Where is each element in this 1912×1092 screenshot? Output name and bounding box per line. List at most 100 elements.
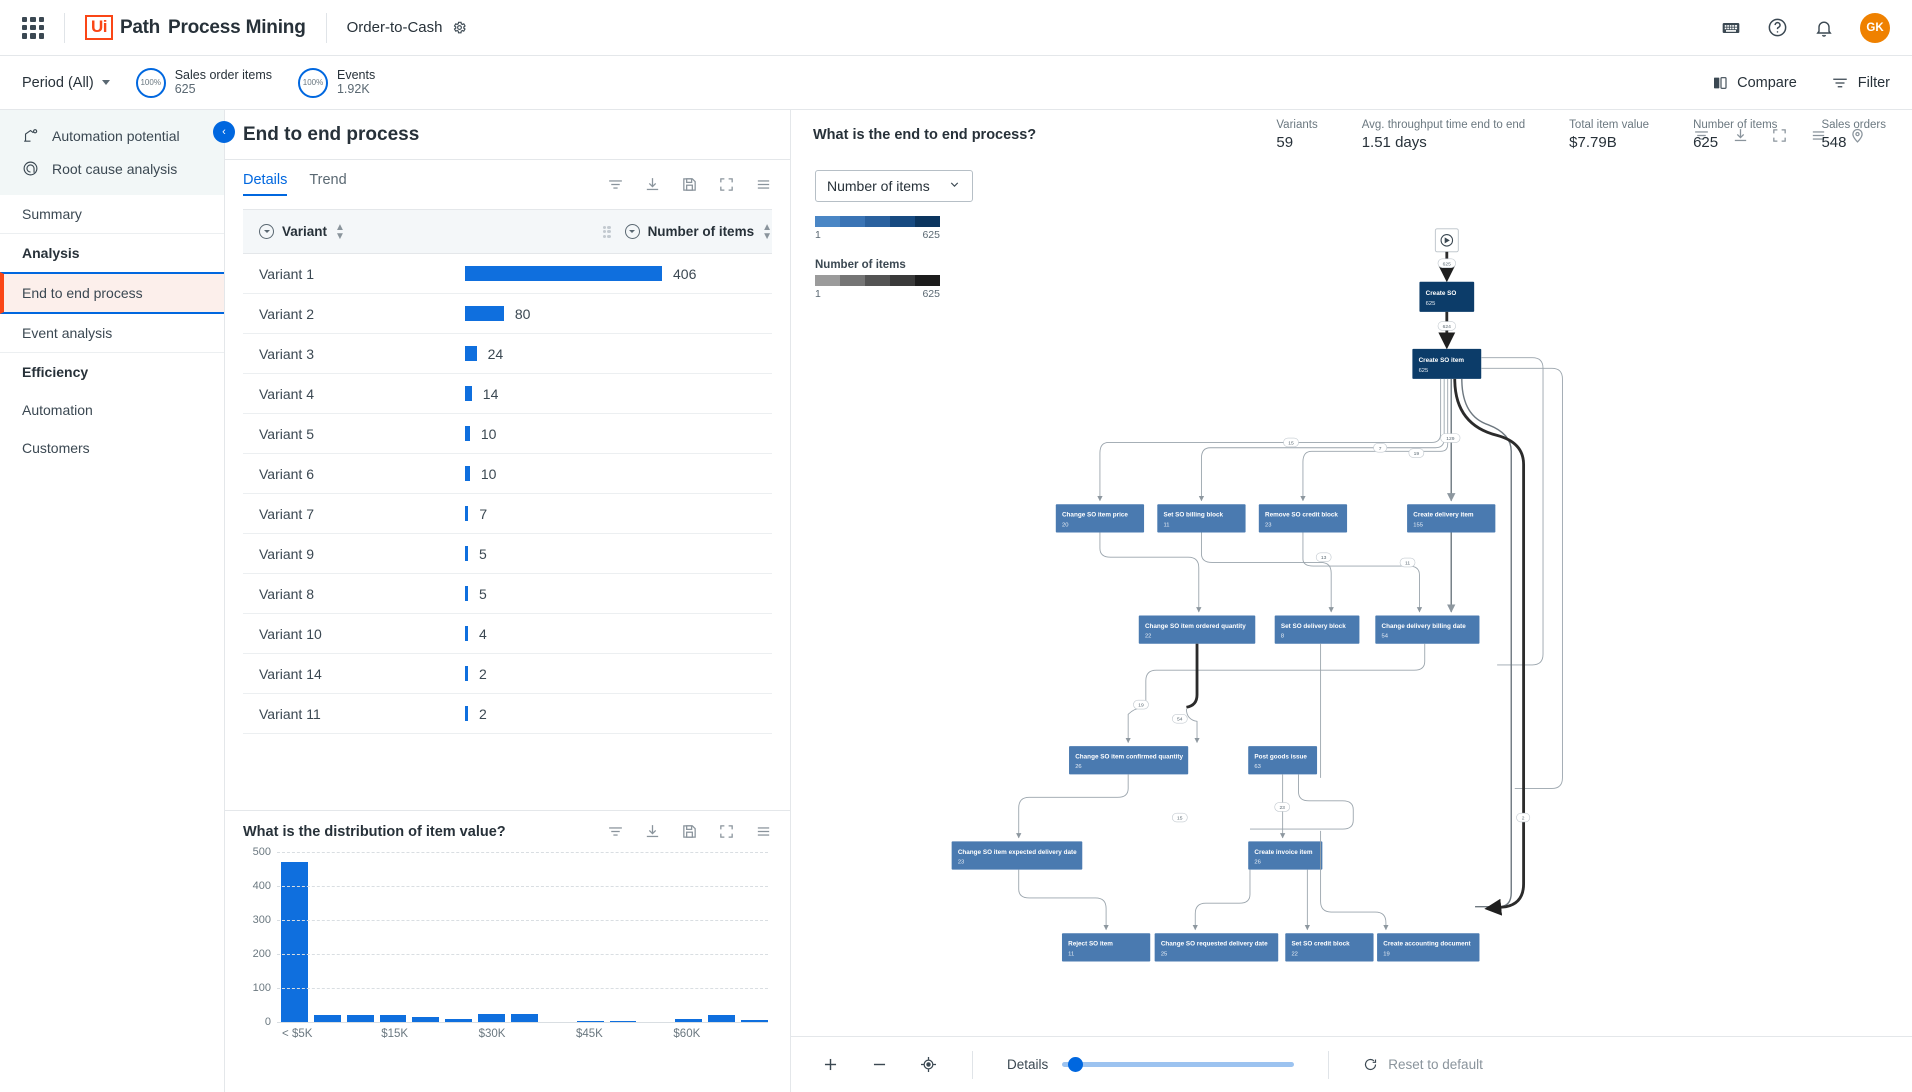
svg-text:Remove SO credit block: Remove SO credit block: [1265, 512, 1338, 519]
compare-button[interactable]: Compare: [1712, 75, 1797, 91]
node-create-invoice-item[interactable]: Create invoice item 26: [1248, 841, 1323, 870]
menu-icon[interactable]: [755, 823, 772, 840]
svg-text:7: 7: [1379, 446, 1382, 452]
table-row[interactable]: Variant 6 10: [243, 454, 772, 494]
sidebar-item-customers[interactable]: Customers: [0, 429, 224, 467]
node-change-so-item-price[interactable]: Change SO item price 20: [1055, 504, 1145, 533]
column-header-number-of-items[interactable]: Number of items ▲ ▼: [624, 222, 772, 241]
gear-icon[interactable]: [452, 20, 467, 35]
expand-icon[interactable]: [718, 176, 735, 193]
tab-details[interactable]: Details: [243, 172, 288, 196]
table-row[interactable]: Variant 8 5: [243, 574, 772, 614]
y-axis-tick: 400: [252, 880, 271, 892]
svg-text:54: 54: [1381, 634, 1388, 640]
svg-text:Create invoice item: Create invoice item: [1254, 849, 1313, 856]
node-change-so-item-expected-delivery-date[interactable]: Change SO item expected delivery date 23: [951, 841, 1083, 870]
expand-icon[interactable]: [718, 823, 735, 840]
process-graph-area[interactable]: Number of items 1 625 Number of items 1 …: [791, 160, 1912, 1036]
variant-name-cell: Variant 3: [259, 345, 314, 362]
bar[interactable]: [708, 1015, 736, 1022]
node-create-so-item[interactable]: Create SO item 625: [1412, 348, 1482, 379]
tab-trend[interactable]: Trend: [309, 172, 346, 196]
node-create-delivery-item[interactable]: Create delivery item 155: [1407, 504, 1496, 533]
filter-button[interactable]: Filter: [1831, 74, 1890, 92]
kpi-label: Sales order items: [174, 68, 272, 82]
node-create-so[interactable]: Create SO 625: [1419, 281, 1475, 312]
minus-icon[interactable]: [870, 1055, 889, 1074]
bar[interactable]: [379, 1014, 407, 1022]
avatar[interactable]: GK: [1860, 12, 1890, 43]
compare-icon: [1712, 75, 1728, 91]
table-row[interactable]: Variant 2 80: [243, 294, 772, 334]
table-row[interactable]: Variant 4 14: [243, 374, 772, 414]
table-row[interactable]: Variant 9 5: [243, 534, 772, 574]
bell-icon[interactable]: [1814, 18, 1834, 38]
reset-to-default-button[interactable]: Reset to default: [1363, 1057, 1483, 1072]
table-row[interactable]: Variant 5 10: [243, 414, 772, 454]
top-bar: Ui Path Process Mining Order-to-Cash GK: [0, 0, 1912, 56]
node-set-so-billing-block[interactable]: Set SO billing block 11: [1157, 504, 1246, 533]
variant-value: 14: [482, 385, 499, 402]
y-axis-tick: 300: [252, 914, 271, 926]
details-slider[interactable]: [1062, 1057, 1295, 1072]
divider: [972, 1050, 973, 1079]
apps-grid-icon[interactable]: [22, 16, 44, 39]
kpi-value: 625: [174, 82, 196, 96]
node-create-accounting-document[interactable]: Create accounting document 19: [1377, 933, 1480, 962]
svg-text:2: 2: [1522, 816, 1525, 822]
bar[interactable]: [511, 1013, 538, 1022]
variant-value: 7: [479, 505, 488, 522]
sidebar-item-end-to-end-process[interactable]: End to end process: [0, 272, 224, 314]
variant-value: 5: [479, 585, 487, 602]
node-post-goods-issue[interactable]: Post goods issue 63: [1248, 746, 1318, 775]
node-remove-so-credit-block[interactable]: Remove SO credit block 23: [1258, 504, 1348, 533]
node-set-so-delivery-block[interactable]: Set SO delivery block 8: [1274, 615, 1360, 644]
node-change-so-requested-delivery-date[interactable]: Change SO requested delivery date 25: [1154, 933, 1279, 962]
gridline: [277, 886, 768, 887]
node-change-so-item-ordered-quantity[interactable]: Change SO item ordered quantity 22: [1138, 615, 1256, 644]
table-row[interactable]: Variant 3 24: [243, 334, 772, 374]
process-graph[interactable]: 625 Create SO 625 624 Create SO item 625…: [791, 160, 1912, 981]
menu-icon[interactable]: [755, 176, 772, 193]
save-icon[interactable]: [681, 823, 698, 840]
node-change-so-item-confirmed-quantity[interactable]: Change SO item confirmed quantity 26: [1069, 746, 1189, 775]
main-content: ‹ End to end process Details Trend Varia…: [213, 110, 1912, 1092]
column-header-variant[interactable]: Variant ▲ ▼: [243, 222, 465, 241]
sidebar-item-automation[interactable]: Automation: [0, 391, 224, 429]
sidebar-item-event-analysis[interactable]: Event analysis: [0, 314, 224, 352]
sidebar-item-root-cause-analysis[interactable]: Root cause analysis: [0, 152, 224, 185]
sidebar: Automation potential Root cause analysis…: [0, 110, 225, 1092]
filter-icon[interactable]: [607, 176, 624, 193]
sidebar-group-analysis: Analysis: [0, 233, 224, 272]
table-row[interactable]: Variant 1 406: [243, 254, 772, 294]
variant-value: 2: [479, 665, 487, 682]
kpi-value: 1.92K: [336, 82, 370, 96]
collapse-sidebar-button[interactable]: ‹: [213, 121, 235, 143]
details-label: Details: [1007, 1057, 1049, 1072]
node-set-so-credit-block[interactable]: Set SO credit block 22: [1285, 933, 1374, 962]
x-axis-tick: $60K: [673, 1028, 701, 1040]
bar[interactable]: [478, 1013, 506, 1022]
node-reject-so-item[interactable]: Reject SO item 11: [1061, 933, 1151, 962]
column-resize-handle[interactable]: [602, 225, 611, 238]
slider-knob[interactable]: [1068, 1057, 1084, 1072]
period-selector[interactable]: Period (All): [22, 75, 110, 91]
keyboard-icon[interactable]: [1721, 18, 1741, 38]
plus-icon[interactable]: [821, 1055, 840, 1074]
table-row[interactable]: Variant 7 7: [243, 494, 772, 534]
table-row[interactable]: Variant 11 2: [243, 694, 772, 734]
table-row[interactable]: Variant 10 4: [243, 614, 772, 654]
table-row[interactable]: Variant 14 2: [243, 654, 772, 694]
column-label: Number of items: [647, 224, 755, 239]
bar[interactable]: [346, 1014, 374, 1022]
download-icon[interactable]: [644, 176, 661, 193]
help-circle-icon[interactable]: [1767, 17, 1788, 38]
crosshair-icon[interactable]: [919, 1055, 938, 1074]
bar[interactable]: [313, 1014, 341, 1022]
filter-icon[interactable]: [607, 823, 624, 840]
download-icon[interactable]: [644, 823, 661, 840]
sidebar-item-automation-potential[interactable]: Automation potential: [0, 119, 224, 152]
save-icon[interactable]: [681, 176, 698, 193]
sidebar-item-summary[interactable]: Summary: [0, 195, 224, 233]
node-change-delivery-billing-date[interactable]: Change delivery billing date 54: [1375, 615, 1480, 644]
